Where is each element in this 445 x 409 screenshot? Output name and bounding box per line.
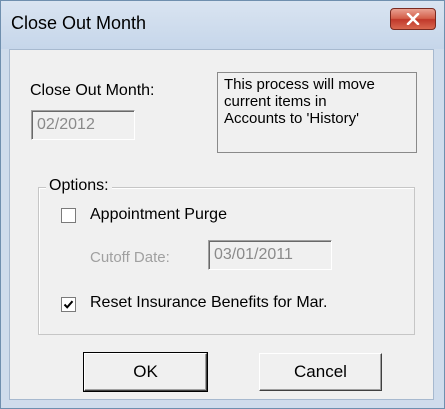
info-line-1: This process will move [224,76,375,93]
close-button[interactable] [390,8,436,30]
appointment-purge-label[interactable]: Appointment Purge [90,206,227,224]
info-line-2: current items in [224,93,327,110]
cancel-button[interactable]: Cancel [259,353,382,391]
checkmark-icon [63,300,74,309]
appointment-purge-checkbox[interactable] [61,208,76,223]
window-title: Close Out Month [11,13,147,33]
close-out-month-dialog: Close Out Month Close Out Month: 02/2012… [0,0,445,409]
cutoff-date-label: Cutoff Date: [90,249,170,266]
cutoff-date-field[interactable]: 03/01/2011 [208,240,332,270]
ok-button[interactable]: OK [83,352,208,392]
reset-benefits-label[interactable]: Reset Insurance Benefits for Mar. [90,294,327,312]
close-out-month-label: Close Out Month: [30,82,155,99]
dialog-body: Close Out Month: 02/2012 This process wi… [9,49,434,400]
info-text-box: This process will move current items in … [217,72,417,153]
title-bar[interactable]: Close Out Month [1,1,444,49]
close-out-month-field[interactable]: 02/2012 [31,110,135,140]
options-group-label: Options: [46,177,112,195]
close-icon [406,13,420,25]
info-line-3: Accounts to 'History' [224,110,359,127]
reset-benefits-checkbox[interactable] [61,297,76,312]
